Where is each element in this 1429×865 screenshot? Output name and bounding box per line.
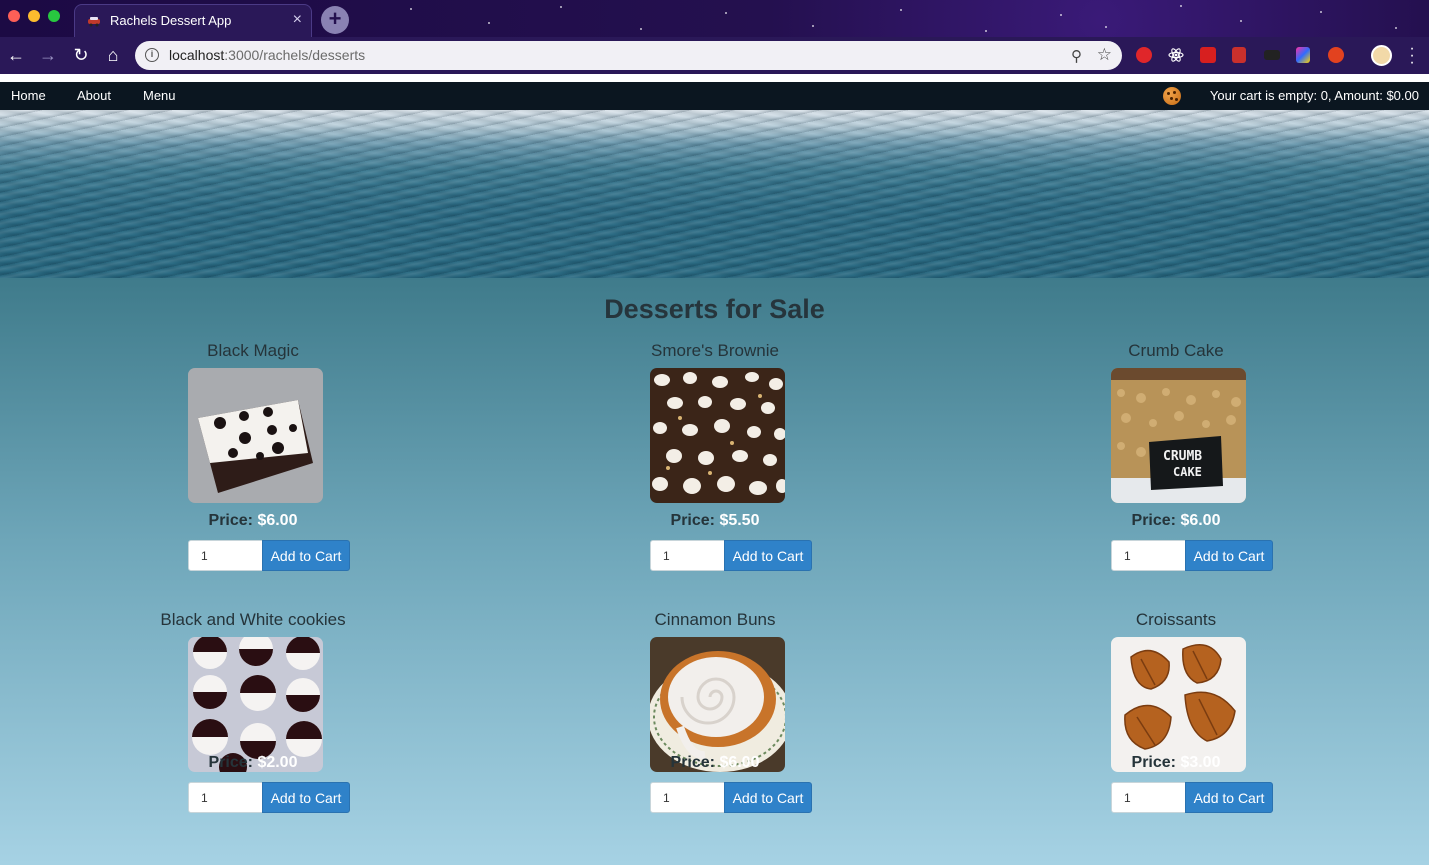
ocean-hero-banner xyxy=(0,110,1429,278)
close-window-button[interactable] xyxy=(8,10,20,22)
reload-icon[interactable]: ↻ xyxy=(71,45,91,65)
quantity-input[interactable] xyxy=(1111,540,1186,571)
desserts-section: Desserts for Sale Black Magic Price: $6.… xyxy=(0,278,1429,865)
product-photo-cinnamon-buns xyxy=(650,637,785,772)
quantity-input[interactable] xyxy=(1111,782,1186,813)
product-name: Black and White cookies xyxy=(160,610,346,629)
quantity-input[interactable] xyxy=(188,782,263,813)
quantity-input[interactable] xyxy=(650,782,725,813)
product-name: Smore's Brownie xyxy=(651,341,779,360)
product-card: Cinnamon Buns Price: $6.00 Add to Cart xyxy=(565,610,865,813)
svg-text:CRUMB: CRUMB xyxy=(1163,449,1202,464)
product-price: Price: $3.00 xyxy=(1131,754,1221,771)
quantity-input[interactable] xyxy=(188,540,263,571)
site-navbar: Home About Menu Your cart is empty: 0, A… xyxy=(0,74,1429,110)
product-card: Croissants Price: $3.00 Add to Cart xyxy=(1026,610,1326,813)
back-arrow-icon[interactable]: ← xyxy=(6,45,26,65)
product-price: Price: $2.00 xyxy=(208,754,298,771)
extension-react-icon[interactable] xyxy=(1168,47,1184,63)
cart-status: Your cart is empty: 0, Amount: $0.00 xyxy=(1209,88,1419,103)
product-photo-black-white-cookies xyxy=(188,637,323,772)
product-name: Cinnamon Buns xyxy=(654,610,776,629)
profile-avatar[interactable] xyxy=(1371,45,1392,66)
product-card: Black and White cookies Price: $2.00 1 A… xyxy=(103,610,403,813)
add-to-cart-button[interactable]: Add to Cart xyxy=(1185,540,1273,571)
browser-tab[interactable]: Rachels Dessert App × xyxy=(74,4,312,37)
product-photo-smores-brownie xyxy=(650,368,785,503)
browser-menu-icon[interactable]: · · · xyxy=(1407,41,1417,71)
extension-book-icon[interactable] xyxy=(1232,47,1246,63)
product-card: Black Magic Price: $6.00 Add to Cart xyxy=(103,341,403,571)
tab-title: Rachels Dessert App xyxy=(110,13,232,28)
maximize-window-button[interactable] xyxy=(48,10,60,22)
nav-menu-link[interactable]: Menu xyxy=(143,88,176,103)
forward-arrow-icon[interactable]: → xyxy=(38,45,58,65)
tab-close-icon[interactable]: × xyxy=(293,11,302,29)
home-icon[interactable]: ⌂ xyxy=(103,45,123,65)
cookie-cart-icon[interactable] xyxy=(1163,87,1181,105)
url-text: localhost:3000/rachels/desserts xyxy=(169,47,366,63)
new-tab-button[interactable]: + xyxy=(321,6,349,34)
product-price: Price: $6.00 xyxy=(670,754,760,771)
extension-color-icon[interactable] xyxy=(1296,47,1310,63)
quantity-input[interactable] xyxy=(650,540,725,571)
site-info-icon[interactable]: i xyxy=(145,48,159,62)
car-favicon-icon xyxy=(88,17,100,27)
add-to-cart-button[interactable]: Add to Cart xyxy=(262,782,350,813)
product-name: Black Magic xyxy=(207,341,299,360)
product-card: Crumb Cake CRUMB CAKE Price: $6.00 Add t… xyxy=(1026,341,1326,571)
bookmark-star-icon[interactable]: ☆ xyxy=(1097,45,1112,65)
nav-home-link[interactable]: Home xyxy=(11,88,46,103)
product-name: Croissants xyxy=(1135,610,1217,629)
product-price: Price: $6.00 xyxy=(208,512,298,529)
product-card: Smore's Brownie Price: $5.50 Add to Cart xyxy=(565,341,865,571)
nav-about-link[interactable]: About xyxy=(77,88,111,103)
svg-text:CAKE: CAKE xyxy=(1173,465,1202,479)
product-price: Price: $5.50 xyxy=(670,512,760,529)
add-to-cart-button[interactable]: Add to Cart xyxy=(724,782,812,813)
extension-adblock-icon[interactable] xyxy=(1136,47,1152,63)
minimize-window-button[interactable] xyxy=(28,10,40,22)
product-photo-black-magic xyxy=(188,368,323,503)
add-to-cart-button[interactable]: Add to Cart xyxy=(1185,782,1273,813)
product-name: Crumb Cake xyxy=(1128,341,1224,360)
browser-toolbar: ← → ↻ ⌂ i localhost:3000/rachels/dessert… xyxy=(0,37,1429,74)
product-photo-croissants xyxy=(1111,637,1246,772)
product-price: Price: $6.00 xyxy=(1131,512,1221,529)
browser-tab-bar: Rachels Dessert App × + xyxy=(0,0,1429,37)
extension-alert-icon[interactable] xyxy=(1328,47,1344,63)
add-to-cart-button[interactable]: Add to Cart xyxy=(262,540,350,571)
page-title: Desserts for Sale xyxy=(604,294,825,324)
add-to-cart-button[interactable]: Add to Cart xyxy=(724,540,812,571)
zoom-icon[interactable]: ⚲ xyxy=(1071,47,1082,65)
product-photo-crumb-cake: CRUMB CAKE xyxy=(1111,368,1246,503)
extension-glasses-icon[interactable] xyxy=(1264,50,1280,60)
address-bar[interactable]: i localhost:3000/rachels/desserts ⚲ ☆ xyxy=(135,41,1122,70)
extension-lastpass-icon[interactable] xyxy=(1200,47,1216,63)
